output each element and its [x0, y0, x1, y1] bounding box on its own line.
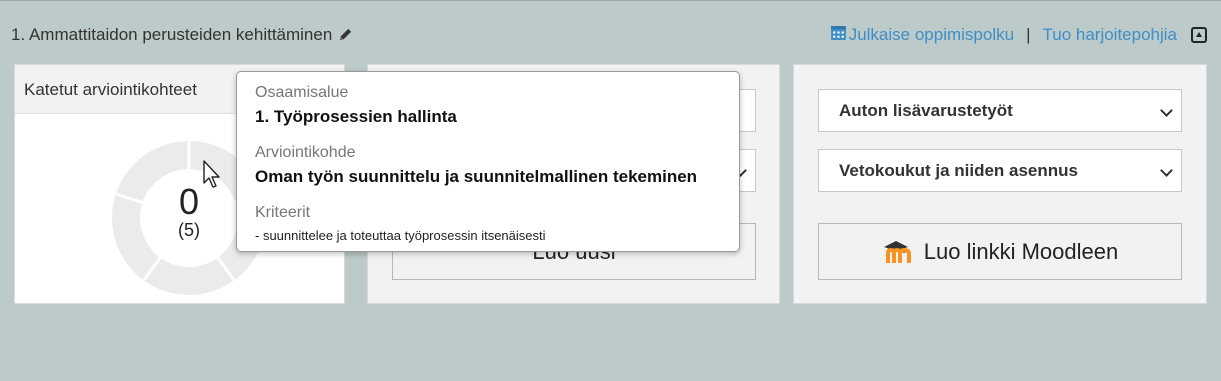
pencil-icon[interactable]	[338, 27, 353, 47]
criteria-tooltip: Osaamisalue 1. Työprosessien hallinta Ar…	[236, 71, 740, 252]
right-panel: Auton lisävarustetyöt Vetokoukut ja niid…	[793, 64, 1207, 304]
tooltip-competence-area-value: 1. Työprosessien hallinta	[255, 107, 457, 126]
moodle-link-label: Luo linkki Moodleen	[923, 238, 1119, 264]
tooltip-assessment-target-value: Oman työn suunnittelu ja suunnitelmallin…	[255, 167, 698, 186]
chevron-down-icon	[1160, 164, 1173, 177]
section-title-text: 1. Ammattitaidon perusteiden kehittämine…	[11, 25, 333, 44]
mouse-pointer-icon	[203, 160, 225, 195]
section-title: 1. Ammattitaidon perusteiden kehittämine…	[11, 25, 353, 47]
tooltip-criteria-value: - suunnittelee ja toteuttaa työprosessin…	[255, 228, 546, 243]
tooltip-criteria-label: Kriteerit	[255, 204, 311, 221]
link-separator: |	[1026, 25, 1031, 44]
tooltip-competence-area-label: Osaamisalue	[255, 84, 349, 101]
import-templates-link[interactable]: Tuo harjoitepohjia	[1042, 25, 1177, 45]
category-select-value: Auton lisävarustetyöt	[839, 101, 1013, 120]
calendar-icon[interactable]	[830, 24, 847, 46]
tooltip-assessment-target-label: Arviointikohde	[255, 144, 356, 161]
moodle-logo-icon	[882, 239, 916, 265]
header-actions: Julkaise oppimispolku | Tuo harjoitepohj…	[830, 24, 1207, 46]
moodle-link-button[interactable]: Luo linkki Moodleen	[818, 223, 1182, 280]
subcategory-select-value: Vetokoukut ja niiden asennus	[839, 161, 1078, 180]
total-count: (5)	[178, 220, 200, 240]
chevron-down-icon	[1160, 104, 1173, 117]
publish-learning-path-link[interactable]: Julkaise oppimispolku	[849, 25, 1014, 45]
category-select[interactable]: Auton lisävarustetyöt	[818, 89, 1182, 132]
subcategory-select[interactable]: Vetokoukut ja niiden asennus	[818, 149, 1182, 192]
collapse-icon[interactable]	[1191, 27, 1207, 43]
top-border	[0, 0, 1221, 1]
